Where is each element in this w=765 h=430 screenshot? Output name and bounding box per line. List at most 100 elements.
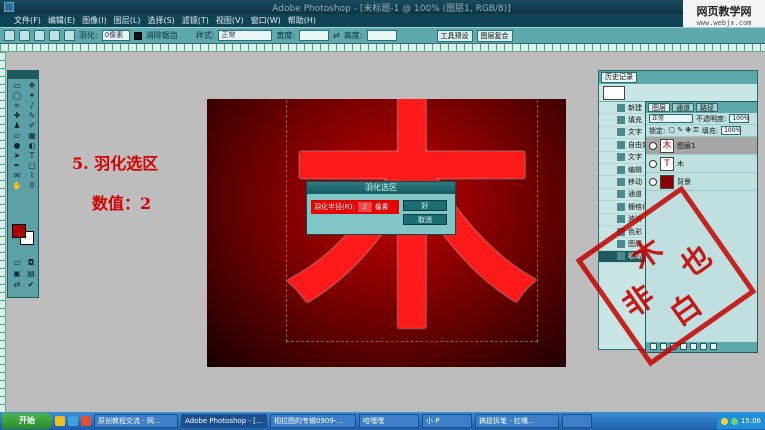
task-extra[interactable] bbox=[562, 414, 592, 428]
marquee-tool-icon[interactable] bbox=[4, 30, 15, 41]
hand-icon[interactable]: ✋ bbox=[10, 181, 24, 190]
tab-channels[interactable]: 通道 bbox=[672, 103, 694, 112]
menu-help[interactable]: 帮助(H) bbox=[288, 15, 316, 26]
history-step-icon bbox=[617, 227, 625, 236]
ruler-horizontal bbox=[0, 44, 765, 52]
link-icon[interactable] bbox=[650, 343, 657, 350]
window-title: Adobe Photoshop - [未标题-1 @ 100% (图层1, RG… bbox=[272, 3, 511, 14]
standard-mode-icon[interactable]: ▭ bbox=[11, 258, 23, 267]
toolbox-header[interactable] bbox=[8, 71, 38, 79]
history-snapshot[interactable] bbox=[599, 84, 757, 102]
crop-icon[interactable]: ⌗ bbox=[10, 101, 24, 110]
tab-paths[interactable]: 路径 bbox=[696, 103, 718, 112]
intersect-selection-icon[interactable] bbox=[64, 30, 75, 41]
history-brush-icon[interactable]: ✐ bbox=[25, 121, 39, 130]
eye-icon[interactable] bbox=[649, 177, 657, 186]
menu-view[interactable]: 视图(V) bbox=[216, 15, 244, 26]
layer-row[interactable]: T木 bbox=[646, 155, 757, 173]
task-photoshop[interactable]: Adobe Photoshop - [... bbox=[181, 414, 267, 428]
menu-image[interactable]: 图像(I) bbox=[82, 15, 107, 26]
task-folder[interactable]: 小 P bbox=[422, 414, 472, 428]
lock-label: 锁定: bbox=[649, 126, 666, 135]
subtract-selection-icon[interactable] bbox=[49, 30, 60, 41]
screen-mode-icon[interactable]: ▣ bbox=[11, 269, 23, 278]
feather-input[interactable]: 0像素 bbox=[101, 30, 130, 41]
task-chat[interactable]: 哈嘿嘿 bbox=[359, 414, 419, 428]
start-button[interactable]: 开始 bbox=[2, 413, 52, 429]
trash-icon[interactable] bbox=[710, 343, 717, 350]
new-layer-icon[interactable] bbox=[700, 343, 707, 350]
feather-radius-input[interactable]: 2 bbox=[357, 202, 372, 212]
type-icon[interactable]: T bbox=[25, 151, 39, 160]
menu-window[interactable]: 窗口(W) bbox=[251, 15, 281, 26]
task-browser[interactable]: 搞捉拆笔 - 红嘴... bbox=[475, 414, 559, 428]
menu-edit[interactable]: 编辑(E) bbox=[48, 15, 75, 26]
menu-file[interactable]: 文件(F) bbox=[14, 15, 41, 26]
width-input[interactable] bbox=[299, 30, 330, 41]
tab-tool-presets[interactable]: 工具预设 bbox=[436, 29, 473, 42]
shape-icon[interactable]: ▢ bbox=[25, 161, 39, 170]
slice-icon[interactable]: ∕ bbox=[25, 101, 39, 110]
layer-row[interactable]: 木图层1 bbox=[646, 137, 757, 155]
cancel-button[interactable]: 取消 bbox=[403, 214, 447, 225]
menu-layer[interactable]: 图层(L) bbox=[114, 15, 141, 26]
tray-icon-2[interactable] bbox=[730, 417, 738, 425]
quickmask-mode-icon[interactable]: ◘ bbox=[25, 258, 37, 267]
healing-icon[interactable]: ✚ bbox=[10, 111, 24, 120]
quicklaunch-icon-3[interactable] bbox=[81, 416, 91, 426]
add-selection-icon[interactable] bbox=[34, 30, 45, 41]
lasso-icon[interactable]: ◯ bbox=[10, 91, 24, 100]
gradient-icon[interactable]: ▦ bbox=[25, 131, 39, 140]
menu-filter[interactable]: 滤镜(T) bbox=[182, 15, 209, 26]
menu-select[interactable]: 选择(S) bbox=[147, 15, 174, 26]
tab-layer-comps[interactable]: 图层复合 bbox=[476, 29, 513, 42]
eraser-icon[interactable]: ▱ bbox=[10, 131, 24, 140]
layer-style-icon[interactable] bbox=[660, 343, 667, 350]
pen-icon[interactable]: ✒ bbox=[10, 161, 24, 170]
foreground-color-swatch[interactable] bbox=[12, 224, 26, 238]
opacity-input[interactable]: 100% bbox=[729, 114, 750, 123]
eyedropper-icon[interactable]: ⌇ bbox=[25, 171, 39, 180]
tab-layers[interactable]: 图层 bbox=[648, 103, 670, 112]
move-icon[interactable]: ✥ bbox=[25, 81, 39, 90]
marquee-icon[interactable]: ▭ bbox=[10, 81, 24, 90]
path-select-icon[interactable]: ➤ bbox=[10, 151, 24, 160]
history-step-icon bbox=[617, 103, 625, 112]
folder-icon[interactable] bbox=[690, 343, 697, 350]
jump-icon[interactable]: ✔ bbox=[25, 280, 37, 289]
lock-icon[interactable]: ▢ ✎ ✥ ⚿ bbox=[668, 126, 698, 135]
stamp-tool-icon[interactable]: ♟ bbox=[10, 121, 24, 130]
quicklaunch-icon-1[interactable] bbox=[55, 416, 65, 426]
dodge-icon[interactable]: ◐ bbox=[25, 141, 39, 150]
fullscreen-icon[interactable]: ▤ bbox=[25, 269, 37, 278]
antialias-checkbox[interactable] bbox=[133, 31, 142, 40]
tab-history[interactable]: 历史记录 bbox=[601, 72, 637, 83]
style-select[interactable]: 正常 bbox=[218, 30, 273, 41]
eye-icon[interactable] bbox=[649, 159, 657, 168]
history-item-label: 文字 bbox=[628, 153, 642, 162]
dialog-title[interactable]: 羽化选区 bbox=[307, 182, 455, 194]
swap-icon[interactable]: ⇄ bbox=[333, 31, 340, 40]
quicklaunch-icon-2[interactable] bbox=[68, 416, 78, 426]
eye-icon[interactable] bbox=[649, 141, 657, 150]
blur-icon[interactable]: ● bbox=[10, 141, 24, 150]
new-selection-icon[interactable] bbox=[19, 30, 30, 41]
adjustment-icon[interactable] bbox=[680, 343, 687, 350]
brush-icon[interactable]: ✎ bbox=[25, 111, 39, 120]
fill-input[interactable]: 100% bbox=[721, 126, 741, 135]
blend-mode-select[interactable]: 正常 bbox=[649, 114, 693, 123]
notes-icon[interactable]: ✉ bbox=[10, 171, 24, 180]
imageready-icon[interactable]: ⇄ bbox=[11, 280, 23, 289]
tray-icon-1[interactable] bbox=[720, 417, 728, 425]
magic-wand-icon[interactable]: ✦ bbox=[25, 91, 39, 100]
options-bar: 羽化: 0像素 消除锯齿 样式: 正常 宽度: ⇄ 高度: 工具预设 图层复合 bbox=[0, 27, 765, 44]
mask-icon[interactable] bbox=[670, 343, 677, 350]
feather-label: 羽化: bbox=[79, 31, 98, 40]
layer-row[interactable]: 背景 bbox=[646, 173, 757, 191]
task-forum[interactable]: 原创教程交流 - 网... bbox=[94, 414, 178, 428]
task-album[interactable]: 相拉图的专辑0909-... bbox=[270, 414, 356, 428]
ok-button[interactable]: 好 bbox=[403, 200, 447, 211]
opacity-label: 不透明度: bbox=[696, 114, 727, 123]
height-input[interactable] bbox=[366, 30, 397, 41]
zoom-icon[interactable]: ⚲ bbox=[25, 181, 39, 190]
